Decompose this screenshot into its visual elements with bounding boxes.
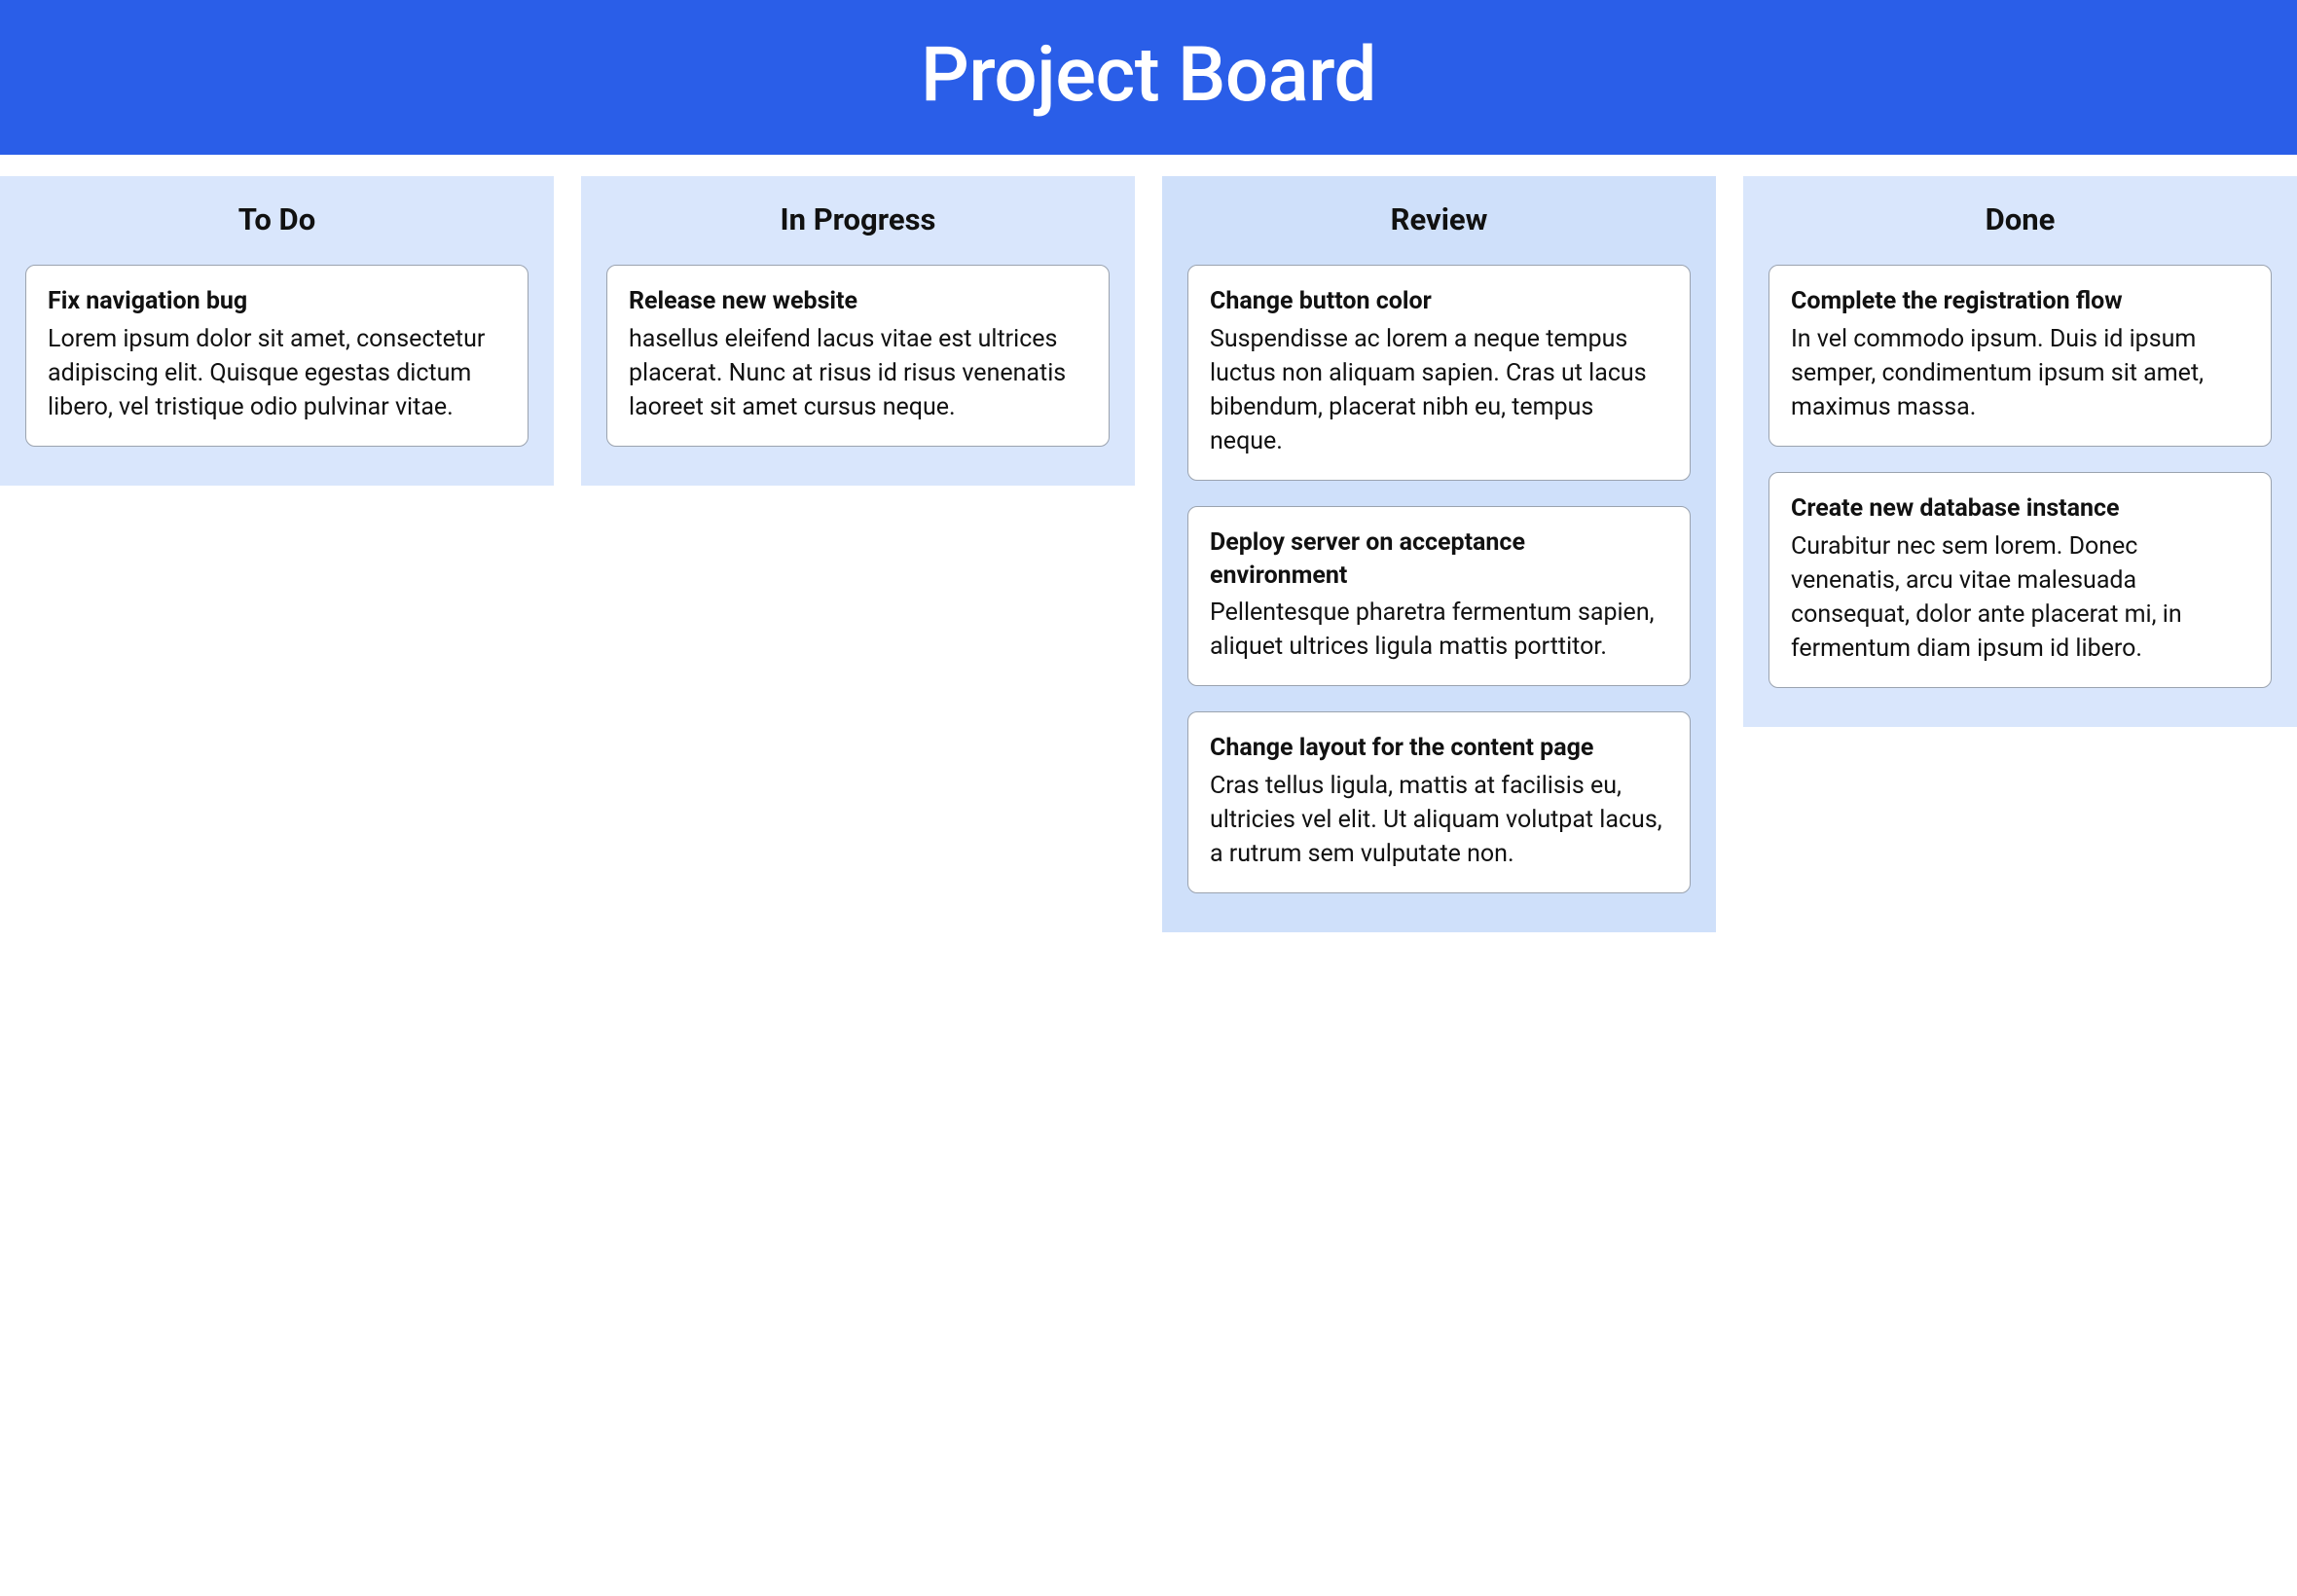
kanban-card[interactable]: Change button color Suspendisse ac lorem… (1187, 265, 1691, 481)
column-done[interactable]: Done Complete the registration flow In v… (1743, 176, 2297, 727)
column-in-progress[interactable]: In Progress Release new website hasellus… (581, 176, 1135, 486)
kanban-card[interactable]: Create new database instance Curabitur n… (1768, 472, 2272, 688)
card-description: Pellentesque pharetra fermentum sapien, … (1210, 596, 1668, 664)
column-title: To Do (25, 201, 529, 237)
column-review[interactable]: Review Change button color Suspendisse a… (1162, 176, 1716, 932)
card-description: In vel commodo ipsum. Duis id ipsum semp… (1791, 322, 2249, 424)
card-description: Suspendisse ac lorem a neque tempus luct… (1210, 322, 1668, 458)
kanban-card[interactable]: Deploy server on acceptance environment … (1187, 506, 1691, 687)
column-title: Done (1768, 201, 2272, 237)
page-header: Project Board (0, 0, 2297, 155)
card-description: Curabitur nec sem lorem. Donec venenatis… (1791, 529, 2249, 666)
card-title: Create new database instance (1791, 492, 2249, 526)
column-title: Review (1187, 201, 1691, 237)
card-title: Fix navigation bug (48, 285, 506, 318)
card-title: Change layout for the content page (1210, 732, 1668, 765)
kanban-board: To Do Fix navigation bug Lorem ipsum dol… (0, 155, 2297, 932)
card-title: Change button color (1210, 285, 1668, 318)
kanban-card[interactable]: Change layout for the content page Cras … (1187, 711, 1691, 893)
card-title: Deploy server on acceptance environment (1210, 526, 1668, 593)
column-title: In Progress (606, 201, 1110, 237)
page-title: Project Board (0, 31, 2297, 120)
card-title: Release new website (629, 285, 1087, 318)
kanban-card[interactable]: Complete the registration flow In vel co… (1768, 265, 2272, 447)
column-todo[interactable]: To Do Fix navigation bug Lorem ipsum dol… (0, 176, 554, 486)
kanban-card[interactable]: Fix navigation bug Lorem ipsum dolor sit… (25, 265, 529, 447)
card-description: Lorem ipsum dolor sit amet, consectetur … (48, 322, 506, 424)
card-description: hasellus eleifend lacus vitae est ultric… (629, 322, 1087, 424)
kanban-card[interactable]: Release new website hasellus eleifend la… (606, 265, 1110, 447)
card-title: Complete the registration flow (1791, 285, 2249, 318)
card-description: Cras tellus ligula, mattis at facilisis … (1210, 769, 1668, 871)
